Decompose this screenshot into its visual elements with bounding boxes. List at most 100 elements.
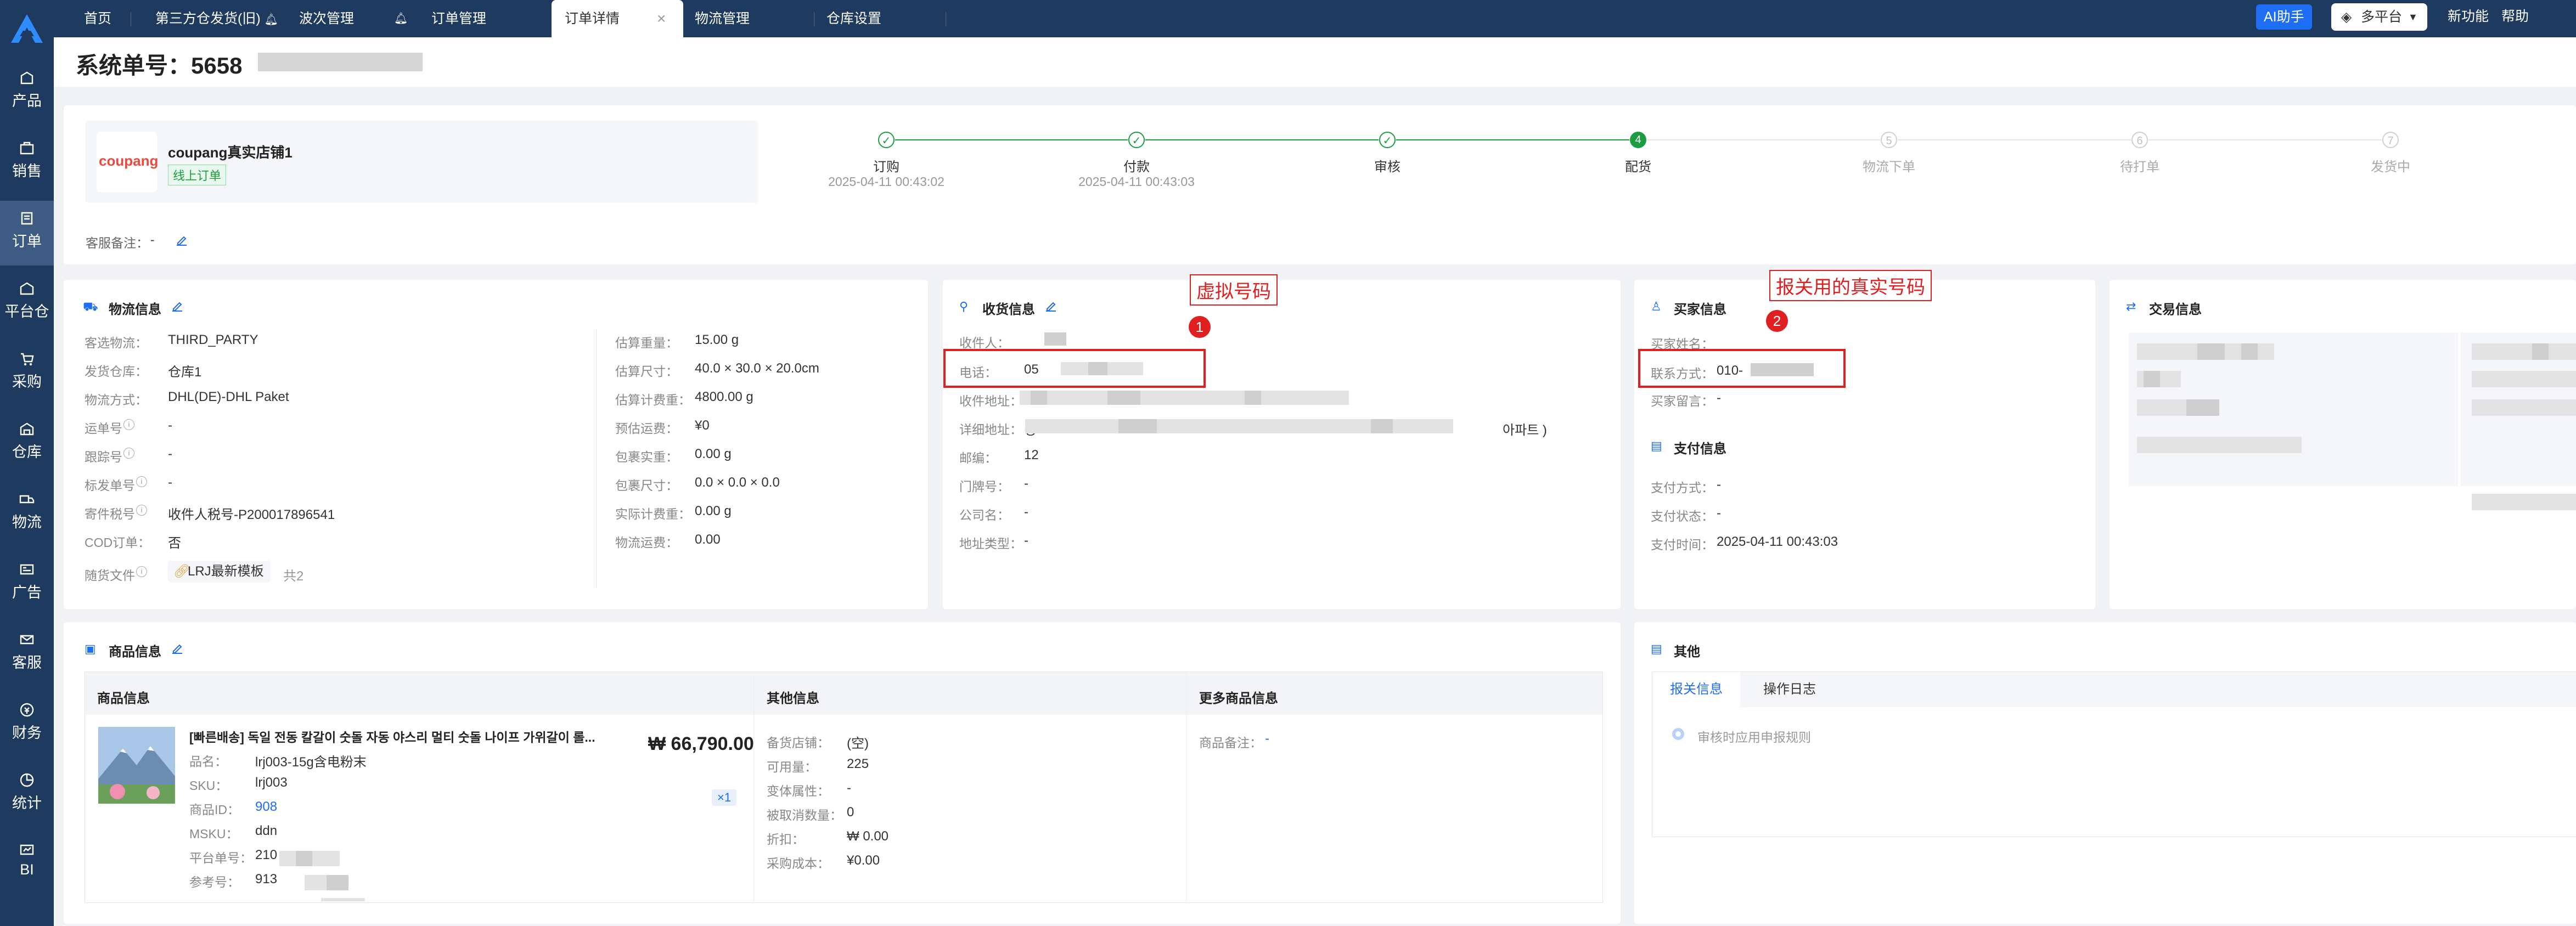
product-title[interactable]: [빠른배송] 독일 전동 칼갈이 숫돌 자동 야스리 멀티 숫돌 나이프 가위갈… — [189, 727, 606, 746]
edit-shipping-icon[interactable] — [1045, 300, 1057, 312]
shipping-card: ⚲ 收货信息 收件人： 电话：05收件地址：So详细地址：경아파트 )邮编：12… — [943, 280, 1621, 609]
progress-step-time: 2025-04-11 00:43:02 — [828, 174, 944, 189]
logistics-field-label: 标发单号 — [85, 478, 135, 493]
logistics-field-label: 预估运费： — [615, 421, 678, 436]
sidebar-item-2[interactable]: 订单 — [0, 201, 54, 266]
tab-wave-management[interactable]: 波次管理 — [299, 0, 354, 37]
logistics-field-label: 运单号 — [85, 421, 122, 436]
logistics-field-label: 包裹实重： — [615, 450, 678, 464]
tab-home[interactable]: 首页 — [84, 0, 111, 37]
logistics-field-value: ¥0 — [695, 418, 710, 433]
product-field-value: 210 — [255, 848, 278, 862]
other-field-label: 被取消数量： — [767, 808, 842, 822]
product-field-label: SKU： — [189, 778, 228, 793]
service-icon — [20, 635, 34, 645]
logistics-field-label: COD订单： — [85, 535, 151, 550]
ai-assistant-button[interactable]: AI助手 — [2256, 4, 2312, 30]
sidebar-item-5[interactable]: 仓库 — [0, 411, 54, 476]
logistics-field-value: - — [168, 475, 172, 490]
tab-operation-log[interactable]: 操作日志 — [1746, 672, 1833, 707]
buyer-field-value — [1717, 334, 1720, 349]
tab-third-party-shipping[interactable]: 第三方仓发货(旧) 🔔︎ — [155, 0, 278, 37]
annotation-real-number: 报关用的真实号码 — [1769, 270, 1932, 301]
shipping-field-value: - — [1024, 533, 1028, 548]
progress-step-label: 物流下单 — [1863, 160, 1915, 174]
ads-icon — [20, 564, 34, 575]
progress-step-5-dot: 5 — [1881, 132, 1897, 148]
product-field-value: ddn — [255, 823, 278, 838]
sidebar-item-11[interactable]: BI — [0, 833, 54, 897]
logistics-field-label: 跟踪号 — [85, 450, 122, 464]
close-icon[interactable]: × — [657, 0, 666, 37]
sidebar-item-0[interactable]: 产品 — [0, 60, 54, 125]
sidebar-item-3[interactable]: 平台仓 — [0, 271, 54, 336]
person-location-icon: ⚲ — [959, 300, 969, 313]
payment-field-label: 支付状态： — [1651, 509, 1714, 523]
other-field-value: ¥0.00 — [847, 853, 880, 868]
product-image[interactable] — [98, 727, 175, 804]
other-field-label: 备货店铺： — [767, 736, 830, 750]
sidebar-label: 产品 — [12, 93, 42, 109]
goods-table: 商品信息 其他信息 更多商品信息 [빠른배송] 독일 전동 칼갈이 숫돌 자동 … — [85, 671, 1603, 903]
sidebar-item-1[interactable]: 销售 — [0, 131, 54, 195]
new-features-link[interactable]: 新功能 — [2448, 0, 2489, 33]
logistics-field-label: 物流运费： — [615, 535, 678, 550]
sidebar-item-4[interactable]: 采购 — [0, 341, 54, 406]
more-remark-label: 商品备注： — [1199, 736, 1262, 750]
user-icon: ♙ — [1651, 300, 1662, 313]
shipping-field-label: 详细地址： — [959, 422, 1022, 437]
page-title: 系统单号：5658 — [76, 53, 243, 78]
product-field-value[interactable]: 908 — [255, 799, 277, 815]
sidebar-item-6[interactable]: 物流 — [0, 482, 54, 546]
annotation-badge-2: 2 — [1766, 310, 1788, 332]
redacted-number — [258, 53, 423, 71]
tab-warehouse-settings[interactable]: 仓库设置 — [826, 0, 881, 37]
sidebar-item-7[interactable]: 广告 — [0, 552, 54, 617]
info-icon[interactable]: i — [136, 566, 147, 577]
logistics-field-label: 包裹尺寸： — [615, 478, 678, 493]
sales-icon — [20, 142, 34, 155]
help-link[interactable]: 帮助 — [2501, 0, 2529, 33]
edit-goods-icon[interactable] — [171, 642, 183, 654]
buyer-title: 买家信息 — [1674, 302, 1726, 317]
sidebar-item-10[interactable]: 统计 — [0, 763, 54, 827]
logistics-field-label: 发货仓库： — [85, 364, 148, 379]
bell-icon[interactable]: 🔔︎ — [394, 0, 408, 37]
rule-radio[interactable] — [1672, 728, 1684, 740]
progress-step-7-dot: 7 — [2382, 132, 2399, 148]
tab-order-management[interactable]: 订单管理 — [431, 0, 486, 37]
tab-order-detail[interactable]: 订单详情 × — [552, 0, 683, 37]
buyer-field-value: - — [1717, 391, 1721, 405]
col-header-other: 其他信息 — [767, 691, 819, 706]
warehouse-icon — [20, 422, 34, 436]
logistics-field-value: THIRD_PARTY — [168, 332, 258, 347]
tab-logistics-management[interactable]: 物流管理 — [695, 0, 750, 37]
exchange-icon: ⇄ — [2126, 300, 2136, 313]
logistics-field-value: 4800.00 g — [695, 389, 753, 404]
tab-customs-info[interactable]: 报关信息 — [1652, 672, 1740, 707]
attachment-count: 共2 — [283, 569, 304, 584]
sidebar-item-9[interactable]: 财务 — [0, 692, 54, 757]
service-remark-value: - — [150, 233, 155, 247]
edit-logistics-icon[interactable] — [171, 300, 183, 312]
payment-field-label: 支付时间： — [1651, 538, 1714, 552]
product-field-label: 商品ID： — [189, 803, 240, 817]
logistics-field-label: 估算重量： — [615, 336, 678, 350]
logistics-field-label: 物流方式： — [85, 393, 148, 407]
store-logo: coupang — [97, 132, 158, 192]
order-icon — [21, 212, 33, 225]
info-icon[interactable]: i — [136, 505, 147, 516]
store-name: coupang真实店铺1 — [168, 144, 293, 161]
info-icon[interactable]: i — [136, 476, 147, 487]
sidebar-item-8[interactable]: 客服 — [0, 622, 54, 687]
finance-icon — [20, 703, 34, 717]
app-logo-icon[interactable] — [8, 12, 46, 45]
contact-highlight-box — [1638, 349, 1846, 388]
platform-select[interactable]: ◈ 多平台 ▼ — [2331, 3, 2427, 31]
info-icon[interactable]: i — [123, 448, 134, 459]
logistics-field-value: 否 — [168, 536, 181, 551]
more-remark-value: - — [1265, 731, 1269, 746]
info-icon[interactable]: i — [123, 419, 134, 430]
attachment-template[interactable]: 🔗︎ LRJ最新模板 — [168, 561, 271, 583]
edit-remark-icon[interactable] — [176, 234, 188, 246]
